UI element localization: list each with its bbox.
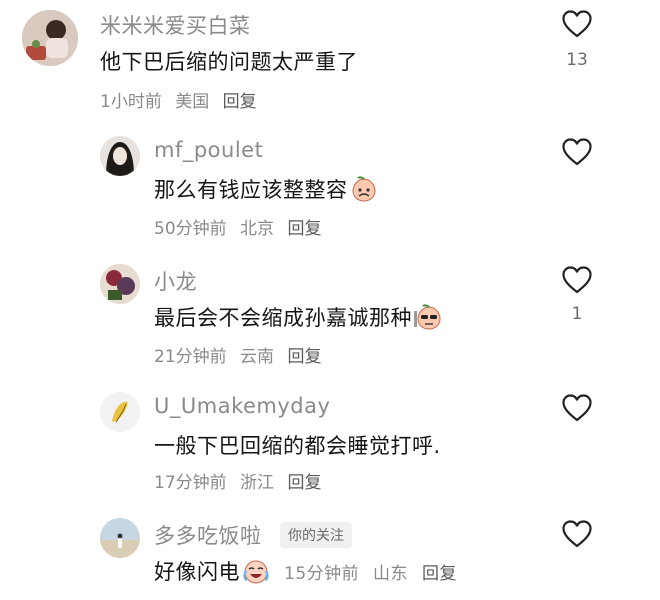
comment-text: 一般下巴回缩的都会睡觉打呼. (154, 434, 441, 458)
comment-username[interactable]: 米米米爱买白菜 (100, 10, 251, 40)
comment-location: 山东 (373, 563, 409, 584)
crying-laughing-emoji (243, 560, 269, 584)
heart-outline-icon[interactable] (562, 266, 592, 294)
reply-button[interactable]: 回复 (287, 347, 321, 367)
heart-outline-icon[interactable] (562, 520, 592, 548)
comment-location: 浙江 (240, 473, 275, 493)
heart-outline-icon[interactable] (562, 138, 592, 166)
peach-face-sunglasses-emoji (414, 304, 441, 330)
avatar[interactable] (22, 10, 78, 66)
avatar[interactable] (100, 392, 140, 432)
comment-time: 21分钟前 (154, 347, 227, 367)
comment-time: 1小时前 (100, 92, 162, 112)
comment-meta: 1小时前 美国 回复 (100, 87, 265, 112)
comment-time: 50分钟前 (154, 219, 227, 239)
comment-item: U_Umakemyday 一般下巴回缩的都会睡觉打呼. 17分钟前 浙江 回复 (0, 386, 660, 511)
comment-time: 17分钟前 (154, 473, 227, 493)
comment-text: 他下巴后缩的问题太严重了 (100, 50, 358, 74)
comment-location: 云南 (240, 347, 275, 367)
peach-face-emoji (351, 176, 376, 202)
avatar[interactable] (100, 518, 140, 558)
heart-outline-icon[interactable] (562, 10, 592, 38)
comment-location: 美国 (175, 92, 210, 112)
avatar[interactable] (100, 136, 140, 176)
comment-item: 小龙 最后会不会缩成孙嘉诚那种 21分钟前 云南 回复 1 (0, 258, 660, 383)
comment-item: 多多吃饭啦 你的关注 好像闪电 15分钟前 山东 回复 (0, 512, 660, 600)
comment-text-body: 好像闪电 (154, 560, 240, 584)
avatar[interactable] (100, 264, 140, 304)
reply-button[interactable]: 回复 (287, 473, 321, 493)
following-badge: 你的关注 (280, 522, 352, 548)
comment-meta: 50分钟前 北京 回复 (154, 214, 329, 239)
comment-username[interactable]: 多多吃饭啦 (154, 520, 262, 550)
comment-text: 最后会不会缩成孙嘉诚那种 (154, 302, 442, 332)
comment-meta: 21分钟前 云南 回复 (154, 342, 329, 367)
comment-location: 北京 (240, 219, 275, 239)
heart-outline-icon[interactable] (562, 394, 592, 422)
reply-button[interactable]: 回复 (223, 92, 257, 112)
comment-item: 米米米爱买白菜 他下巴后缩的问题太严重了 1小时前 美国 回复 13 (0, 0, 660, 130)
comment-text-body: 那么有钱应该整整容 (154, 178, 348, 202)
reply-button[interactable]: 回复 (287, 219, 321, 239)
comment-username[interactable]: mf_poulet (154, 138, 263, 162)
comment-item: mf_poulet 那么有钱应该整整容 50分钟前 北京 回复 (0, 130, 660, 255)
comment-time: 15分钟前 (284, 563, 360, 584)
comment-text-body: 最后会不会缩成孙嘉诚那种 (154, 306, 412, 330)
comment-text: 好像闪电 15分钟前 山东 回复 (154, 556, 465, 586)
comment-username[interactable]: 小龙 (154, 266, 197, 296)
reply-button[interactable]: 回复 (422, 564, 457, 584)
like-count: 13 (566, 50, 588, 70)
comment-username[interactable]: U_Umakemyday (154, 394, 330, 418)
comment-meta: 17分钟前 浙江 回复 (154, 468, 329, 493)
comment-text: 那么有钱应该整整容 (154, 174, 378, 204)
comment-meta: 15分钟前 山东 回复 (284, 559, 465, 584)
like-count: 1 (571, 304, 583, 324)
